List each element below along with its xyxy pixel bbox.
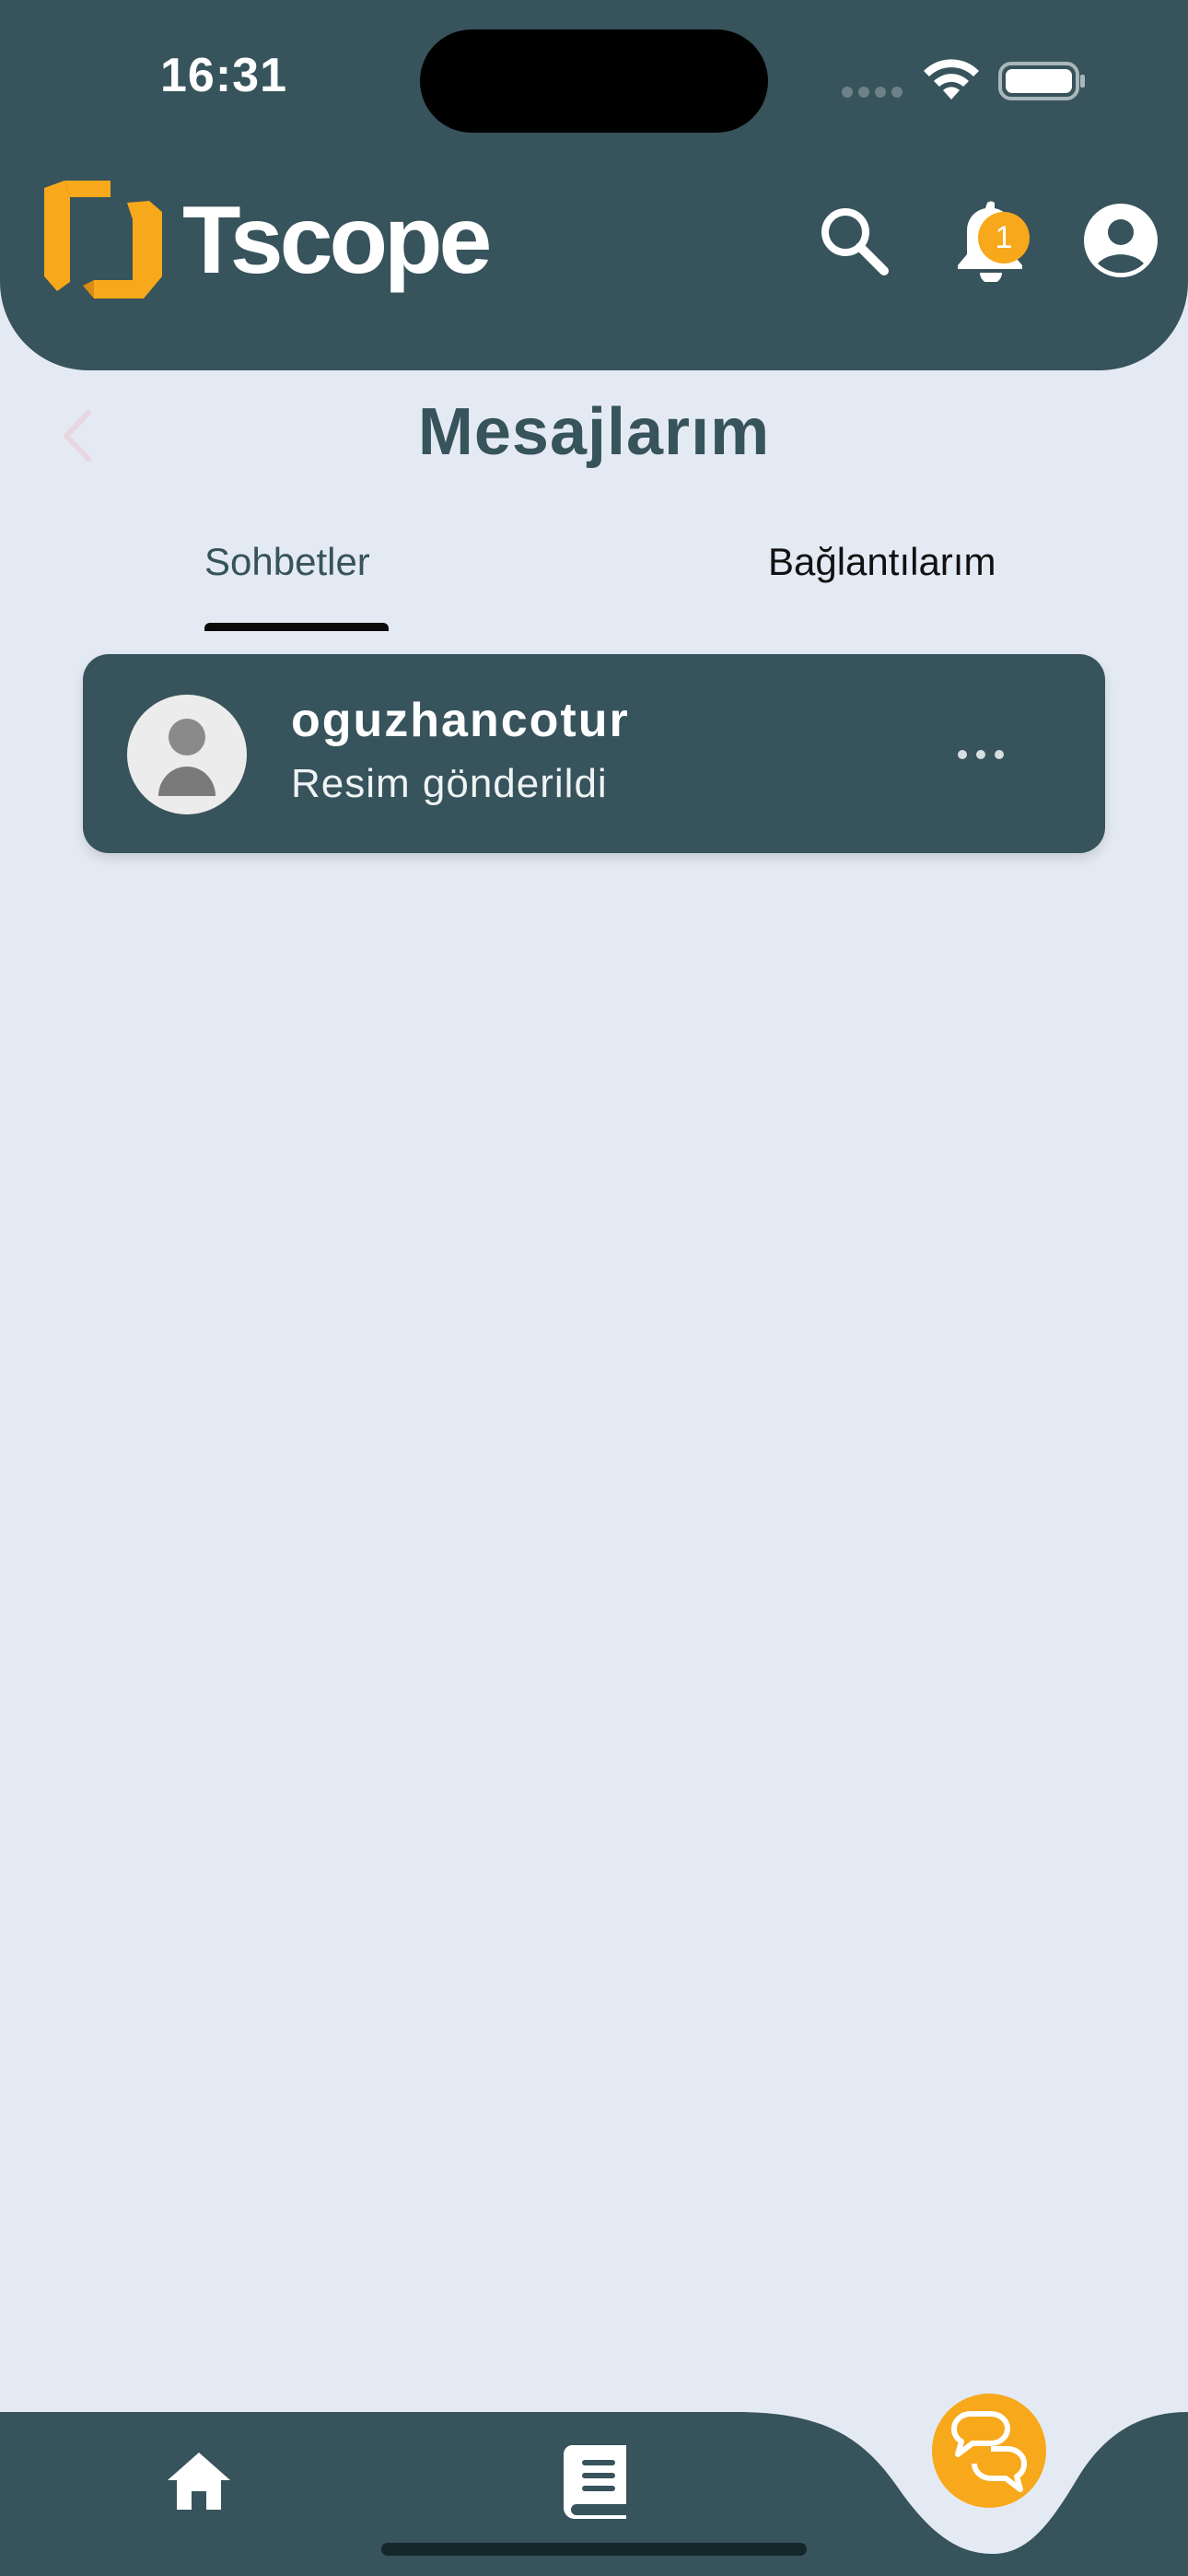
active-tab-indicator — [204, 623, 389, 631]
chat-fab-button[interactable] — [932, 2394, 1046, 2508]
screen: 16:31 Tscope 1 Mesajlarım Sohbetler Bağl… — [0, 0, 1188, 2576]
account-icon[interactable] — [1083, 203, 1159, 278]
tab-chats[interactable]: Sohbetler — [204, 540, 370, 584]
more-horizontal-icon[interactable] — [949, 744, 1013, 765]
chat-user-name: oguzhancotur — [291, 694, 630, 747]
status-time: 16:31 — [160, 49, 287, 102]
avatar — [127, 695, 247, 814]
tab-connections[interactable]: Bağlantılarım — [768, 540, 996, 584]
chat-bubbles-icon — [951, 2411, 1027, 2492]
default-user-icon — [158, 719, 215, 796]
cellular-signal-icon — [842, 87, 903, 98]
brand-name: Tscope — [182, 187, 492, 294]
battery-icon — [998, 62, 1085, 100]
chat-list-item[interactable]: oguzhancotur Resim gönderildi — [83, 654, 1105, 853]
notification-badge: 1 — [978, 212, 1030, 263]
tscope-logo-icon — [44, 181, 162, 299]
page-title: Mesajlarım — [417, 395, 771, 469]
home-icon[interactable] — [166, 2449, 232, 2513]
home-indicator — [381, 2543, 807, 2556]
dynamic-island — [420, 29, 768, 133]
app-header: 16:31 Tscope 1 — [0, 0, 1188, 370]
chat-last-message: Resim gönderildi — [291, 761, 608, 806]
wifi-icon — [924, 59, 979, 100]
book-icon[interactable] — [562, 2443, 628, 2519]
search-icon[interactable] — [816, 203, 891, 278]
